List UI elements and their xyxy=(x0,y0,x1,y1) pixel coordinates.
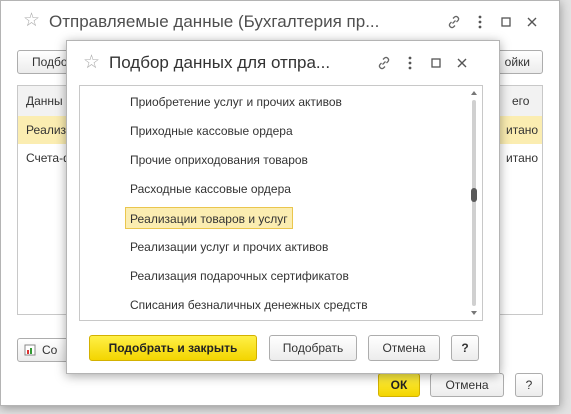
link-icon[interactable] xyxy=(371,53,397,73)
list-item[interactable]: Реализация подарочных сертификатов xyxy=(130,265,349,287)
select-button[interactable]: Подобрать xyxy=(269,335,357,361)
list-item-selected[interactable]: Реализации товаров и услуг xyxy=(125,207,293,229)
settings-label: ойки xyxy=(504,55,530,69)
dialog-controls xyxy=(371,53,475,73)
back-window-title: Отправляемые данные (Бухгалтерия пр... xyxy=(49,12,380,31)
select-and-close-label: Подобрать и закрыть xyxy=(108,341,238,355)
more-menu-icon[interactable] xyxy=(467,12,493,32)
dialog-help-button[interactable]: ? xyxy=(451,335,479,361)
help-button[interactable]: ? xyxy=(515,373,543,397)
list-item[interactable]: Прочие оприходования товаров xyxy=(130,149,308,171)
ok-label: ОК xyxy=(390,378,408,392)
select-data-label: Подбо xyxy=(32,55,68,69)
select-label: Подобрать xyxy=(282,341,344,355)
select-data-dialog: ☆ Подбор данных для отпра... Приобретени… xyxy=(66,40,500,374)
document-type-list[interactable]: Приобретение услуг и прочих активов Прих… xyxy=(79,85,483,321)
table-row-1-name: Реализ xyxy=(26,123,67,137)
dialog-cancel-button[interactable]: Отмена xyxy=(368,335,440,361)
list-item[interactable]: Расходные кассовые ордера xyxy=(130,178,291,200)
compose-label: Со xyxy=(42,343,58,357)
dialog-cancel-label: Отмена xyxy=(382,341,426,355)
list-item[interactable]: Приобретение услуг и прочих активов xyxy=(130,91,342,113)
maximize-icon[interactable] xyxy=(493,12,519,32)
help-label: ? xyxy=(525,378,533,392)
list-item[interactable]: Реализации услуг и прочих активов xyxy=(130,236,328,258)
report-icon xyxy=(24,344,36,356)
table-row-2-status: итано xyxy=(506,151,539,165)
favorite-star-icon[interactable]: ☆ xyxy=(83,53,100,72)
list-item[interactable]: Списания безналичных денежных средств xyxy=(130,294,368,316)
close-icon[interactable] xyxy=(519,12,545,32)
column-header-status: его xyxy=(512,94,530,108)
maximize-icon[interactable] xyxy=(423,53,449,73)
column-header-data: Данны xyxy=(26,94,63,108)
link-icon[interactable] xyxy=(441,12,467,32)
back-window-titlebar: ☆ Отправляемые данные (Бухгалтерия пр... xyxy=(1,1,559,41)
select-and-close-button[interactable]: Подобрать и закрыть xyxy=(89,335,257,361)
scrollbar-thumb[interactable] xyxy=(471,188,477,202)
dialog-titlebar: ☆ Подбор данных для отпра... xyxy=(67,41,499,81)
cancel-button[interactable]: Отмена xyxy=(430,373,504,397)
scroll-down-icon[interactable] xyxy=(468,308,480,318)
more-menu-icon[interactable] xyxy=(397,53,423,73)
scroll-up-icon[interactable] xyxy=(468,88,480,98)
back-window-controls xyxy=(441,12,545,32)
close-icon[interactable] xyxy=(449,53,475,73)
list-item[interactable]: Приходные кассовые ордера xyxy=(130,120,293,142)
ok-button[interactable]: ОК xyxy=(378,373,420,397)
favorite-star-icon[interactable]: ☆ xyxy=(23,11,40,30)
table-row-1-status: итано xyxy=(506,123,539,137)
scrollbar[interactable] xyxy=(468,86,480,320)
scrollbar-track[interactable] xyxy=(472,100,476,306)
cancel-label: Отмена xyxy=(445,378,489,392)
dialog-title: Подбор данных для отпра... xyxy=(109,53,331,72)
dialog-help-label: ? xyxy=(461,341,469,355)
